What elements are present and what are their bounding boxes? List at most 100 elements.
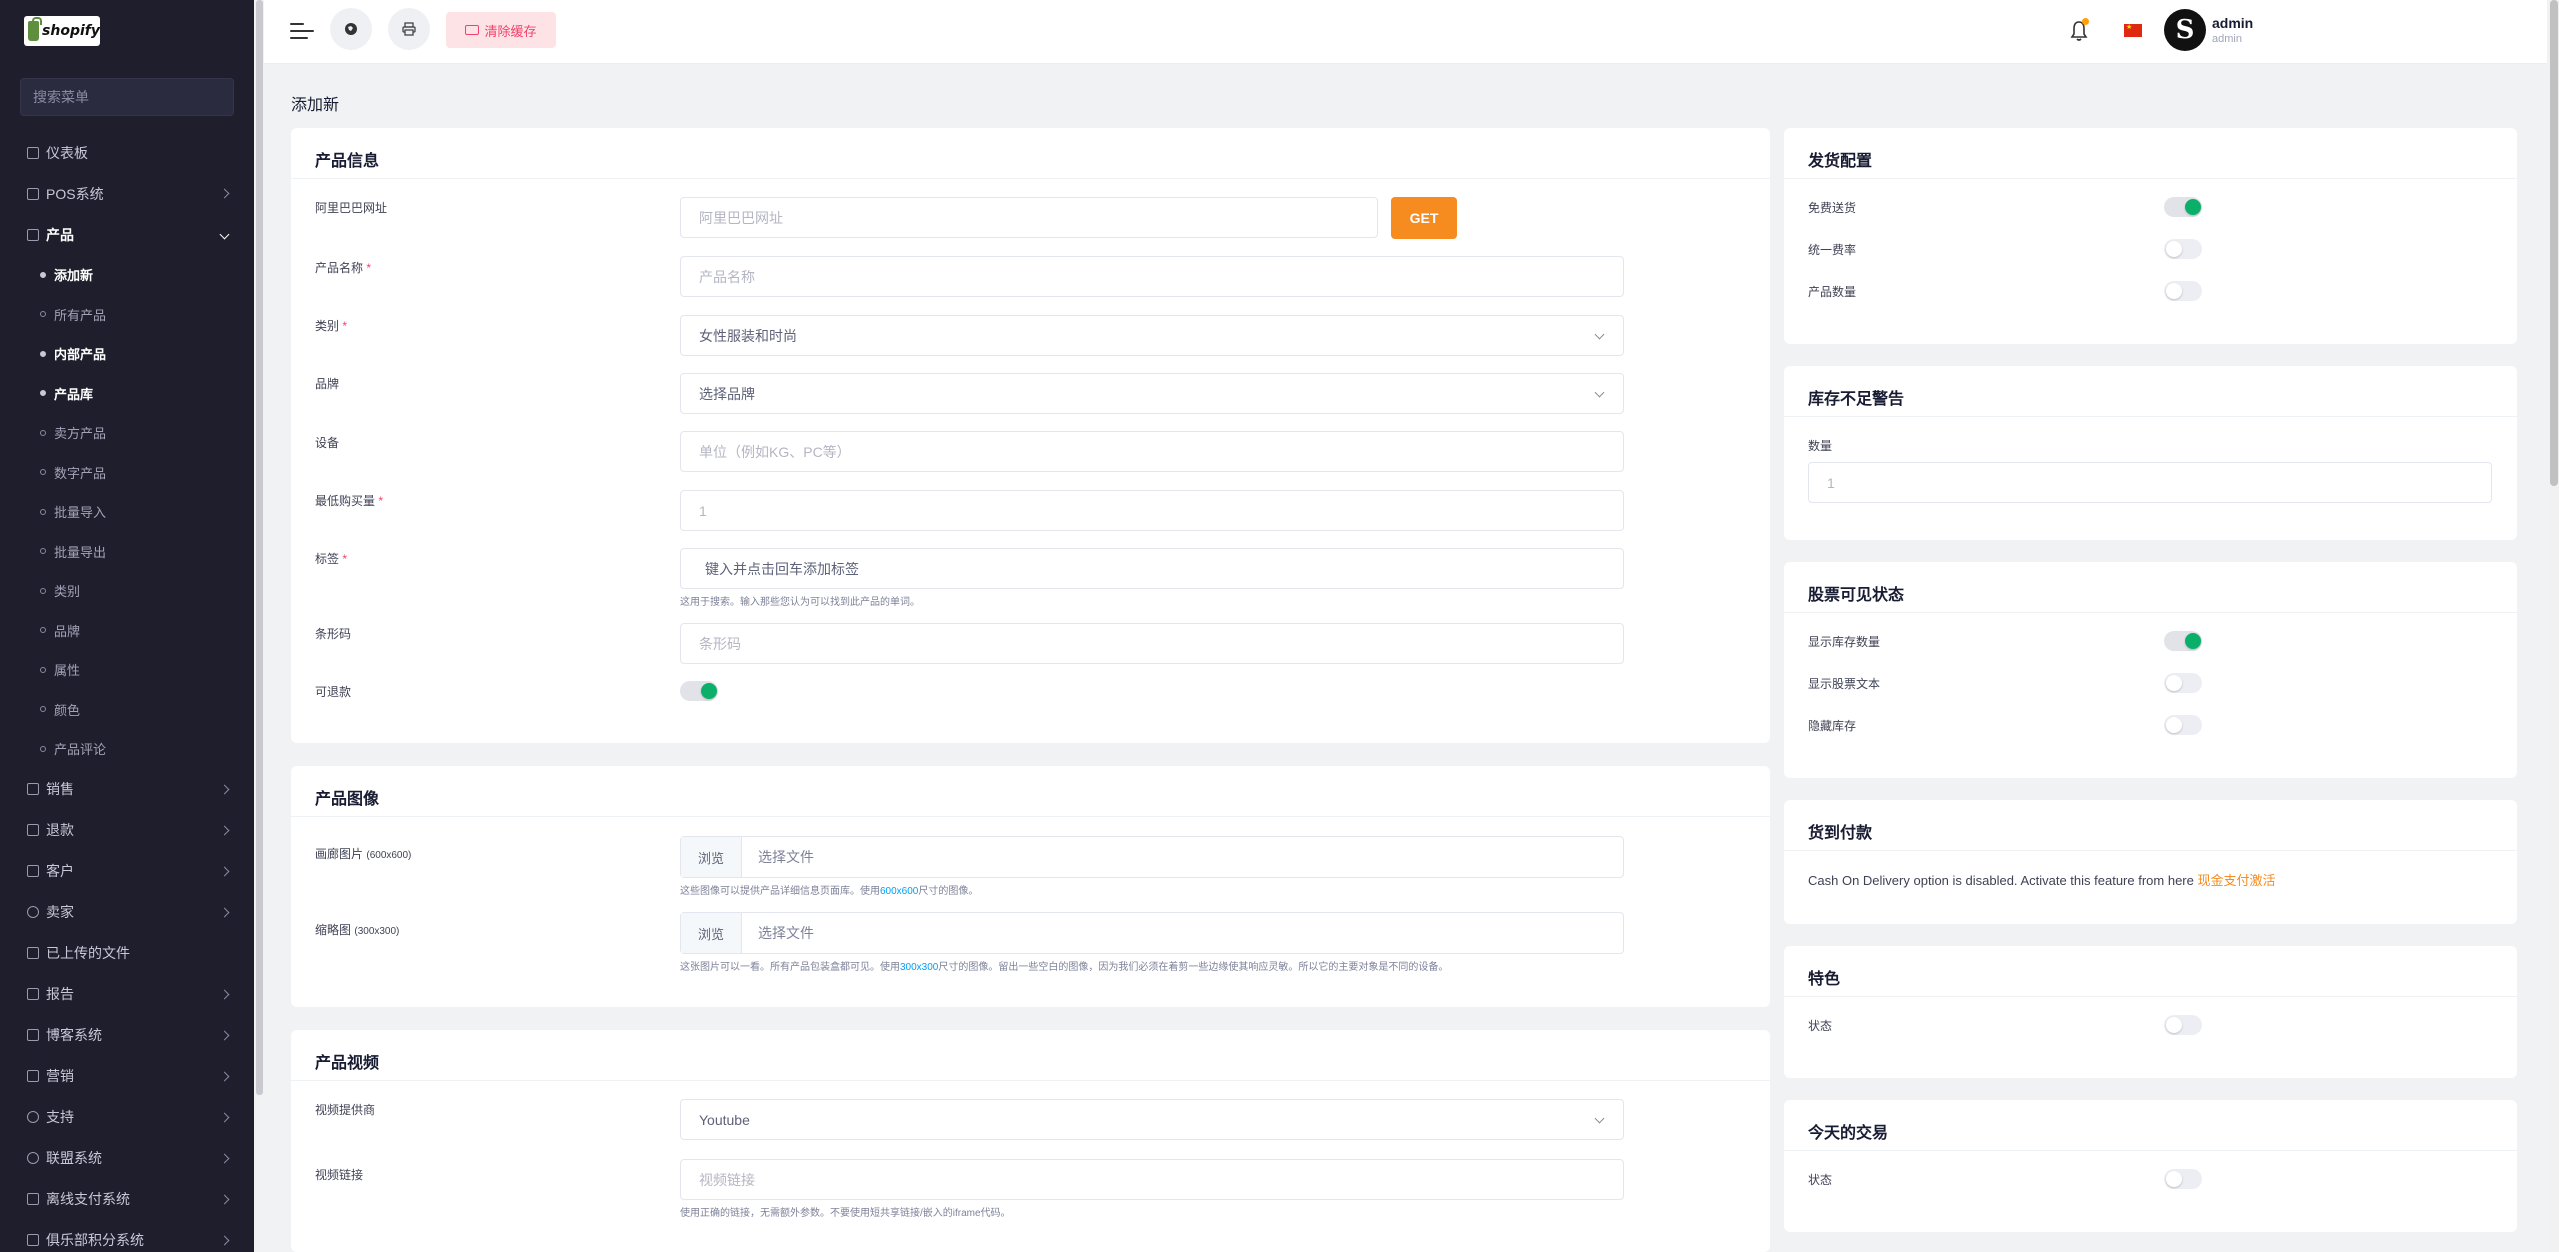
- refundable-label: 可退款: [315, 685, 352, 699]
- flat-rate-toggle[interactable]: [2164, 239, 2202, 259]
- chevron-right-icon: [219, 1235, 230, 1245]
- search-menu-input[interactable]: [20, 78, 234, 116]
- printer-icon[interactable]: [388, 8, 430, 50]
- stock-visibility-card: 股票可见状态 显示库存数量 显示股票文本 隐藏库存: [1784, 562, 2517, 778]
- sidebar-item-blog[interactable]: 博客系统: [0, 1015, 254, 1056]
- sidebar-item-marketing[interactable]: 营销: [0, 1056, 254, 1097]
- sidebar-item-products[interactable]: 产品: [0, 214, 254, 255]
- product-info-card: 产品信息 阿里巴巴网址 阿里巴巴网址 GET 产品名称 * 产品名称 类别 * …: [291, 128, 1770, 743]
- video-provider-select[interactable]: Youtube: [680, 1099, 1624, 1140]
- page-scrollbar-thumb[interactable]: [2550, 0, 2558, 486]
- choose-file-text: 选择文件: [758, 925, 814, 941]
- thumbnail-file-input[interactable]: 浏览 选择文件: [680, 912, 1624, 954]
- barcode-input[interactable]: 条形码: [680, 623, 1624, 664]
- sidebar-item-dashboard[interactable]: 仪表板: [0, 132, 254, 173]
- cod-disabled-text: Cash On Delivery option is disabled. Act…: [1808, 870, 2276, 889]
- label-text: 缩略图: [315, 923, 352, 937]
- user-name[interactable]: admin: [2212, 15, 2253, 31]
- sidebar-subitem-inhouse-products[interactable]: 内部产品: [0, 334, 254, 374]
- sidebar-subitem-colors[interactable]: 颜色: [0, 690, 254, 730]
- card-divider: [1784, 1150, 2517, 1151]
- sidebar-subitem-brands[interactable]: 品牌: [0, 611, 254, 651]
- sidebar-item-club-points[interactable]: 俱乐部积分系统: [0, 1220, 254, 1252]
- sidebar-item-customers[interactable]: 客户: [0, 851, 254, 892]
- sidebar-item-label: POS系统: [46, 185, 104, 202]
- sidebar-subitem-attributes[interactable]: 属性: [0, 650, 254, 690]
- low-stock-qty-input[interactable]: 1: [1808, 462, 2492, 503]
- avatar[interactable]: S: [2164, 9, 2206, 51]
- help-highlight: 300x300: [900, 962, 939, 973]
- globe-icon[interactable]: [330, 8, 372, 50]
- sidebar-subitem-all-products[interactable]: 所有产品: [0, 295, 254, 335]
- menu-toggle-icon[interactable]: [290, 21, 314, 41]
- gallery-file-input[interactable]: 浏览 选择文件: [680, 836, 1624, 878]
- bullet-icon: [40, 350, 46, 357]
- card-title: 特色: [1808, 971, 1841, 988]
- video-link-input[interactable]: 视频链接: [680, 1159, 1624, 1200]
- product-qty-toggle[interactable]: [2164, 281, 2202, 301]
- show-stock-text-toggle[interactable]: [2164, 673, 2202, 693]
- bullet-icon: [40, 429, 46, 436]
- featured-status-toggle[interactable]: [2164, 1015, 2202, 1035]
- china-flag-icon[interactable]: [2124, 23, 2142, 37]
- sidebar-subitem-digital-products[interactable]: 数字产品: [0, 453, 254, 493]
- backward-icon: [27, 824, 39, 836]
- sidebar-item-reports[interactable]: 报告: [0, 974, 254, 1015]
- unit-input[interactable]: 单位（例如KG、PC等）: [680, 431, 1624, 472]
- sidebar-item-support[interactable]: 支持: [0, 1097, 254, 1138]
- alibaba-url-label: 阿里巴巴网址: [315, 201, 388, 215]
- featured-status-label: 状态: [1808, 1019, 1833, 1033]
- sidebar-item-pos[interactable]: POS系统: [0, 173, 254, 214]
- todays-deal-status-toggle[interactable]: [2164, 1169, 2202, 1189]
- sidebar-subitem-bulk-export[interactable]: 批量导出: [0, 532, 254, 572]
- sidebar-subitem-add-new[interactable]: 添加新: [0, 255, 254, 295]
- product-name-input[interactable]: 产品名称: [680, 256, 1624, 297]
- chevron-right-icon: [219, 1153, 230, 1163]
- chevron-down-icon: [219, 229, 230, 240]
- sidebar-subitem-label: 添加新: [54, 268, 94, 284]
- bullet-icon: [40, 745, 46, 752]
- category-select[interactable]: 女性服装和时尚: [680, 315, 1624, 356]
- sidebar-subitem-product-library[interactable]: 产品库: [0, 374, 254, 414]
- sidebar-item-uploaded-files[interactable]: 已上传的文件: [0, 933, 254, 974]
- sidebar-item-sales[interactable]: 销售: [0, 769, 254, 810]
- sidebar-item-offline-payment[interactable]: 离线支付系统: [0, 1179, 254, 1220]
- hide-stock-toggle[interactable]: [2164, 715, 2202, 735]
- card-title: 股票可见状态: [1808, 587, 1905, 604]
- label-text: 画廊图片: [315, 847, 364, 861]
- tags-input[interactable]: 键入并点击回车添加标签: [680, 548, 1624, 589]
- user-icon: [27, 906, 39, 918]
- free-shipping-toggle[interactable]: [2164, 197, 2202, 217]
- brand-select[interactable]: 选择品牌: [680, 373, 1624, 414]
- sidebar-item-affiliate[interactable]: 联盟系统: [0, 1138, 254, 1179]
- sidebar-subitem-label: 产品库: [54, 386, 94, 402]
- alibaba-url-input[interactable]: 阿里巴巴网址: [680, 197, 1378, 238]
- quantity-label: 数量: [1808, 439, 1833, 453]
- pos-icon: [27, 187, 39, 200]
- sidebar-subitem-bulk-import[interactable]: 批量导入: [0, 492, 254, 532]
- label-text: 最低购买量: [315, 494, 376, 508]
- sidebar-subitem-label: 所有产品: [54, 307, 107, 323]
- show-stock-qty-toggle[interactable]: [2164, 631, 2202, 651]
- bullet-icon: [40, 271, 46, 278]
- card-divider: [291, 816, 1770, 817]
- card-divider: [1784, 996, 2517, 997]
- sidebar-item-refunds[interactable]: 退款: [0, 810, 254, 851]
- refundable-toggle[interactable]: [680, 681, 718, 701]
- browse-button[interactable]: 浏览: [681, 913, 742, 953]
- sidebar-subitem-product-reviews[interactable]: 产品评论: [0, 729, 254, 769]
- video-provider-label: 视频提供商: [315, 1103, 376, 1117]
- min-qty-input[interactable]: 1: [680, 490, 1624, 531]
- sidebar-item-sellers[interactable]: 卖家: [0, 892, 254, 933]
- clear-cache-button[interactable]: 清除缓存: [446, 12, 556, 48]
- sidebar-item-label: 离线支付系统: [46, 1191, 130, 1207]
- sidebar-subitem-seller-products[interactable]: 卖方产品: [0, 413, 254, 453]
- choose-file-text: 选择文件: [758, 849, 814, 865]
- get-button[interactable]: GET: [1391, 197, 1457, 239]
- shopify-logo[interactable]: shopify: [24, 16, 100, 46]
- chevron-right-icon: [219, 1071, 230, 1081]
- cod-activate-link[interactable]: 现金支付激活: [2197, 873, 2275, 888]
- sidebar-scrollbar[interactable]: [256, 0, 263, 1095]
- browse-button[interactable]: 浏览: [681, 837, 742, 877]
- sidebar-subitem-categories[interactable]: 类别: [0, 571, 254, 611]
